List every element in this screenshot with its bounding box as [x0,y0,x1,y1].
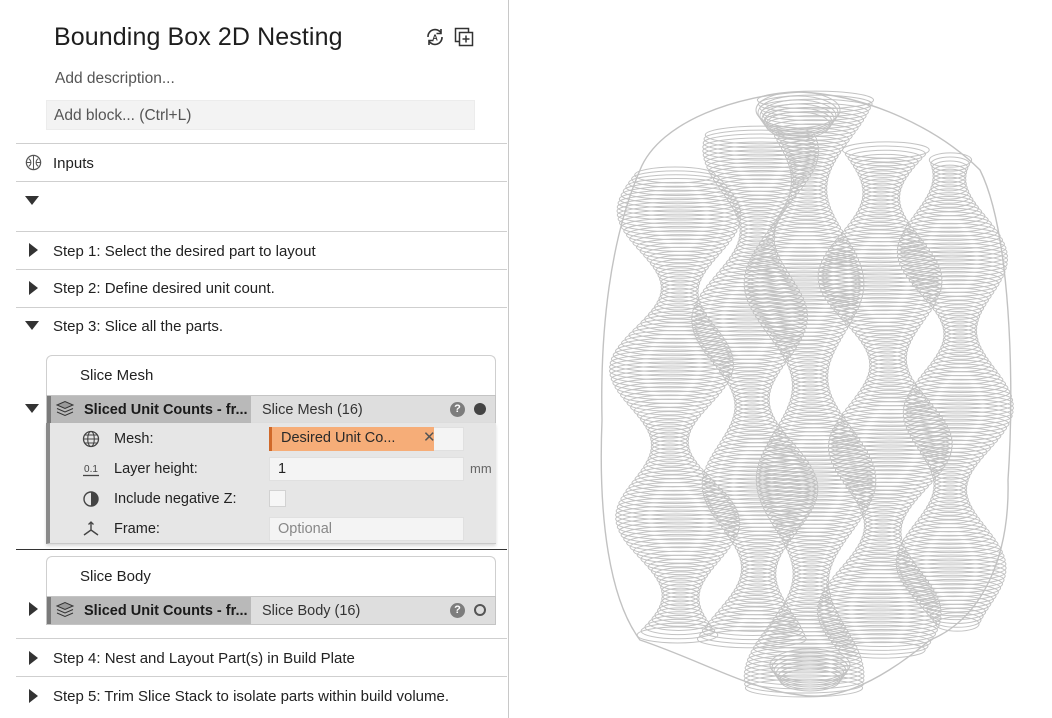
block-output-tab[interactable]: Sliced Unit Counts - fr... [47,396,251,423]
step-5-label: Step 5: Trim Slice Stack to isolate part… [53,688,450,705]
3d-viewport[interactable] [510,0,1052,718]
slice-mesh-title: Slice Mesh [80,367,154,384]
slice-mesh-card: Slice Mesh [46,355,496,395]
description-input[interactable]: Add description... [55,70,175,88]
block-name: Slice Body (16) [262,603,361,619]
svg-text:0.1: 0.1 [84,464,98,475]
slice-body-card: Slice Body [46,556,496,596]
status-dot-icon[interactable] [474,604,486,616]
step-1-row[interactable]: Step 1: Select the desired part to layou… [16,231,507,269]
collapse-toggle-icon[interactable] [25,196,39,205]
step-4-label: Step 4: Nest and Layout Part(s) in Build… [53,650,355,667]
layer-height-param-row: 0.1 Layer height: 1 mm [50,454,496,484]
step-3-label: Step 3: Slice all the parts. [53,318,224,335]
refresh-auto-icon[interactable]: A [424,26,446,48]
remove-reference-icon[interactable]: ✕ [423,428,436,446]
mesh-label: Mesh: [114,431,154,447]
block-name: Slice Mesh (16) [262,402,363,418]
inputs-label: Inputs [53,155,94,172]
inputs-row[interactable]: Inputs [16,143,507,181]
half-circle-icon [83,491,99,507]
slice-body-title: Slice Body [80,568,151,585]
axes-frame-icon [83,521,99,536]
expand-arrow-icon[interactable] [29,243,38,257]
duplicate-icon[interactable] [453,26,475,48]
svg-text:A: A [432,34,438,43]
step-5-row[interactable]: Step 5: Trim Slice Stack to isolate part… [16,676,507,718]
mesh-param-row: Mesh: Desired Unit Co... ✕ [50,424,496,454]
include-negative-z-label: Include negative Z: [114,491,237,507]
step-1-label: Step 1: Select the desired part to layou… [53,243,316,260]
expand-arrow-icon[interactable] [29,281,38,295]
block-output-label: Sliced Unit Counts - fr... [84,402,248,418]
help-icon[interactable]: ? [450,402,465,417]
slice-body-block-bar[interactable]: Sliced Unit Counts - fr... Slice Body (1… [46,596,496,625]
mesh-reference-chip[interactable]: Desired Unit Co... [269,427,434,451]
frame-label: Frame: [114,521,160,537]
frame-input[interactable]: Optional [269,517,464,541]
step-2-label: Step 2: Define desired unit count. [53,280,275,297]
step-4-row[interactable]: Step 4: Nest and Layout Part(s) in Build… [16,638,507,676]
collapse-arrow-icon[interactable] [25,321,39,330]
step-2-row[interactable]: Step 2: Define desired unit count. [16,269,507,307]
expand-arrow-icon[interactable] [29,689,38,703]
layer-height-input[interactable]: 1 [269,457,464,481]
block-output-tab[interactable]: Sliced Unit Counts - fr... [47,597,251,624]
expand-arrow-icon[interactable] [29,651,38,665]
status-dot-icon[interactable] [474,403,486,415]
block-output-label: Sliced Unit Counts - fr... [84,603,248,619]
layers-icon [55,400,75,417]
layer-height-unit: mm [470,461,492,476]
help-icon[interactable]: ? [450,603,465,618]
slice-stack-render[interactable] [510,0,1052,718]
inputs-body-row [16,181,507,231]
globe-icon [82,430,100,448]
brain-icon [25,154,42,171]
notebook-panel: Bounding Box 2D Nesting A Add descriptio… [0,0,509,718]
layer-height-label: Layer height: [114,461,198,477]
block-collapse-icon[interactable] [25,404,39,413]
slice-mesh-block-bar[interactable]: Sliced Unit Counts - fr... Slice Mesh (1… [46,395,496,424]
include-negative-z-checkbox[interactable] [269,490,286,507]
frame-param-row: Frame: Optional [50,514,496,544]
add-block-input[interactable]: Add block... (Ctrl+L) [46,100,475,130]
include-negative-z-param-row: Include negative Z: [50,484,496,514]
decimal-number-icon: 0.1 [83,464,99,477]
notebook-title[interactable]: Bounding Box 2D Nesting [54,23,343,52]
block-expand-icon[interactable] [29,602,38,616]
layers-icon [55,601,75,618]
slice-mesh-params: Mesh: Desired Unit Co... ✕ 0.1 Layer hei… [46,423,496,544]
